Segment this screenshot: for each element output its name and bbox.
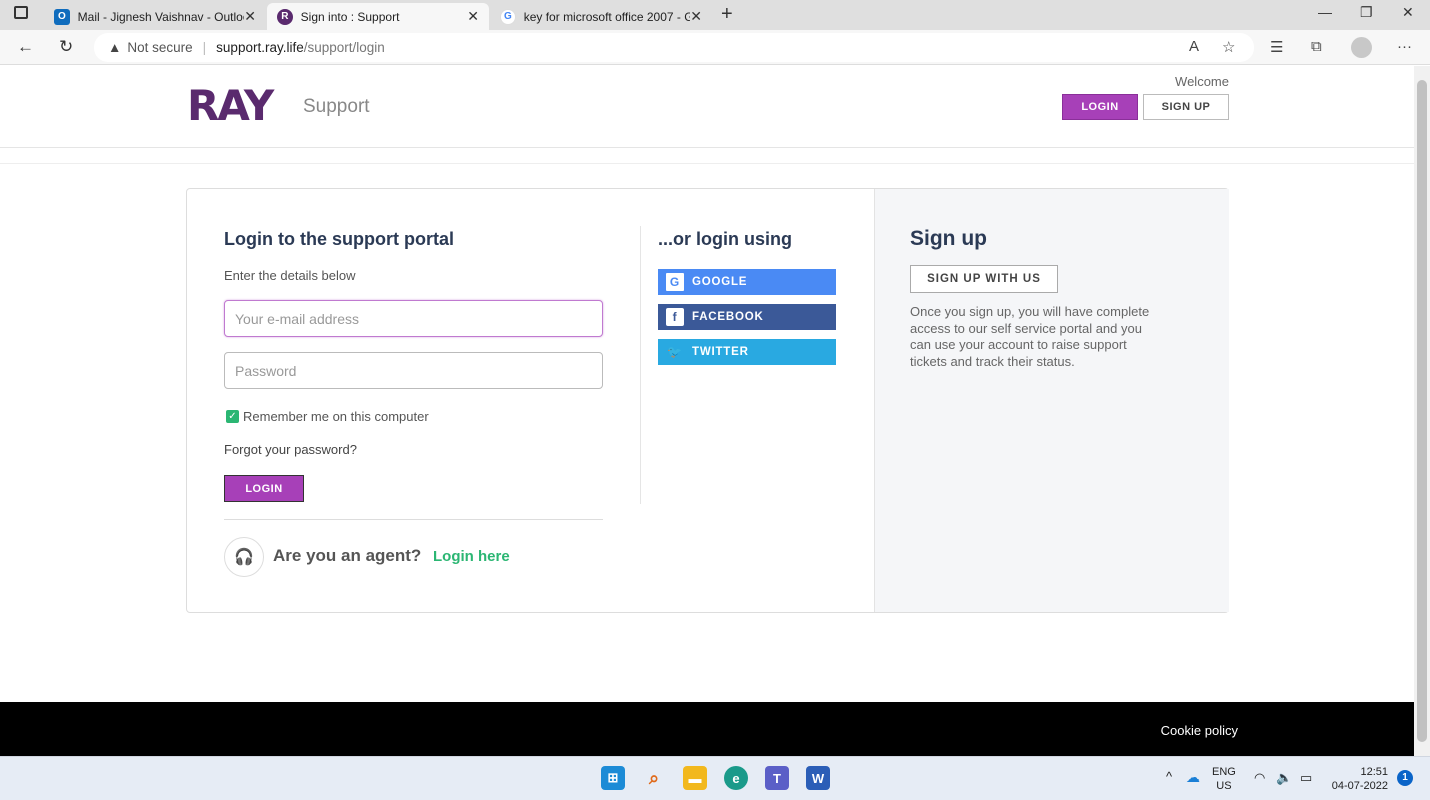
teams-icon[interactable]: T bbox=[765, 766, 789, 790]
edge-icon[interactable]: e bbox=[724, 766, 748, 790]
search-icon[interactable]: ⌕ bbox=[642, 766, 666, 790]
email-placeholder: Your e-mail address bbox=[235, 310, 359, 327]
google-login-button[interactable]: G GOOGLE bbox=[658, 269, 836, 295]
password-input[interactable]: Password bbox=[224, 352, 603, 389]
google-icon: G bbox=[500, 8, 516, 25]
address-toolbar: ← ↻ ▲ Not secure | support.ray.life /sup… bbox=[0, 30, 1430, 65]
tab-outlook[interactable]: O Mail - Jignesh Vaishnav - Outloo ✕ bbox=[44, 3, 266, 30]
login-card: Login to the support portal Enter the de… bbox=[186, 188, 1229, 613]
twitter-login-button[interactable]: 🐦 TWITTER bbox=[658, 339, 836, 365]
footer: Cookie policy bbox=[0, 702, 1414, 756]
read-aloud-icon[interactable]: A bbox=[1189, 38, 1199, 55]
agent-login-link[interactable]: Login here bbox=[433, 548, 510, 565]
divider bbox=[0, 163, 1414, 164]
email-input[interactable]: Your e-mail address bbox=[224, 300, 603, 337]
login-title: Login to the support portal bbox=[224, 229, 454, 249]
signup-panel bbox=[874, 189, 1229, 612]
support-label: Support bbox=[303, 96, 370, 117]
login-button[interactable]: LOGIN bbox=[224, 475, 304, 502]
restore-icon[interactable]: ❐ bbox=[1360, 4, 1373, 21]
add-favorite-icon[interactable]: ☆ bbox=[1222, 38, 1235, 56]
close-icon[interactable]: ✕ bbox=[467, 8, 479, 25]
forgot-password-link[interactable]: Forgot your password? bbox=[224, 442, 357, 457]
notification-badge[interactable]: 1 bbox=[1397, 770, 1413, 786]
region-code: US bbox=[1216, 780, 1232, 792]
collections-icon[interactable]: ⧉ bbox=[1311, 38, 1322, 55]
password-placeholder: Password bbox=[235, 362, 297, 379]
word-icon[interactable]: W bbox=[806, 766, 830, 790]
address-bar[interactable]: ▲ Not secure | support.ray.life /support… bbox=[94, 33, 1254, 62]
tab-title: Mail - Jignesh Vaishnav - Outloo bbox=[77, 9, 245, 24]
signup-with-us-button[interactable]: SIGN UP WITH US bbox=[910, 265, 1058, 293]
lang-code: ENG bbox=[1212, 766, 1236, 778]
windows-taskbar: ⊞ ⌕ ▬ e T W ^ ☁ ENG US ◠ 🔈 ▭ 12:51 04-07… bbox=[0, 756, 1430, 800]
battery-icon[interactable]: ▭ bbox=[1300, 770, 1312, 786]
more-icon[interactable]: ··· bbox=[1397, 38, 1412, 55]
google-label: GOOGLE bbox=[692, 276, 748, 288]
signup-description: Once you sign up, you will have complete… bbox=[910, 304, 1150, 369]
welcome-text: Welcome bbox=[1175, 74, 1229, 89]
new-tab-icon[interactable]: + bbox=[721, 3, 733, 26]
page-content: RAY Support Welcome LOGIN SIGN UP Login … bbox=[0, 66, 1414, 756]
signup-title: Sign up bbox=[910, 227, 987, 250]
file-explorer-icon[interactable]: ▬ bbox=[683, 766, 707, 790]
tab-title: Sign into : Support bbox=[300, 9, 400, 24]
warning-icon: ▲ bbox=[108, 40, 122, 55]
header-login-button[interactable]: LOGIN bbox=[1062, 94, 1138, 120]
url-separator: | bbox=[202, 40, 207, 55]
browser-tab-bar: O Mail - Jignesh Vaishnav - Outloo ✕ R S… bbox=[0, 0, 1430, 30]
back-icon[interactable]: ← bbox=[17, 37, 34, 57]
close-icon[interactable]: ✕ bbox=[244, 8, 256, 25]
time: 12:51 bbox=[1360, 766, 1388, 778]
scrollbar-thumb[interactable] bbox=[1417, 80, 1427, 742]
site-header: RAY Support Welcome LOGIN SIGN UP bbox=[0, 66, 1414, 148]
facebook-label: FACEBOOK bbox=[692, 311, 764, 323]
url-host: support.ray.life bbox=[216, 40, 304, 55]
window-close-icon[interactable]: ✕ bbox=[1402, 4, 1414, 21]
security-status: Not secure bbox=[127, 40, 193, 55]
logo-text: RAY bbox=[187, 81, 274, 130]
agent-question: Are you an agent? bbox=[273, 546, 422, 565]
clock[interactable]: 12:51 04-07-2022 bbox=[1326, 765, 1388, 793]
outlook-icon: O bbox=[54, 8, 70, 25]
tab-actions-icon[interactable] bbox=[14, 6, 28, 19]
close-icon[interactable]: ✕ bbox=[690, 8, 702, 25]
scrollbar[interactable] bbox=[1414, 66, 1430, 756]
divider bbox=[224, 519, 603, 520]
facebook-icon: f bbox=[666, 308, 684, 326]
facebook-login-button[interactable]: f FACEBOOK bbox=[658, 304, 836, 330]
remember-label[interactable]: Remember me on this computer bbox=[243, 409, 429, 424]
profile-avatar[interactable] bbox=[1351, 37, 1372, 58]
tray-overflow-icon[interactable]: ^ bbox=[1166, 769, 1172, 784]
column-divider bbox=[640, 226, 641, 504]
twitter-icon: 🐦 bbox=[667, 345, 683, 359]
tab-google-search[interactable]: G key for microsoft office 2007 - G ✕ bbox=[490, 3, 712, 30]
cookie-policy-link[interactable]: Cookie policy bbox=[1100, 723, 1238, 738]
start-icon[interactable]: ⊞ bbox=[601, 766, 625, 790]
favorites-icon[interactable]: ☰ bbox=[1270, 38, 1283, 56]
headset-icon: 🎧 bbox=[224, 537, 264, 577]
date: 04-07-2022 bbox=[1331, 780, 1388, 792]
volume-icon[interactable]: 🔈 bbox=[1276, 770, 1292, 786]
language-indicator[interactable]: ENG US bbox=[1212, 765, 1236, 793]
google-icon: G bbox=[666, 273, 684, 291]
onedrive-icon[interactable]: ☁ bbox=[1186, 769, 1200, 786]
social-title: ...or login using bbox=[658, 229, 792, 249]
wifi-icon[interactable]: ◠ bbox=[1254, 770, 1265, 786]
refresh-icon[interactable]: ↻ bbox=[59, 37, 73, 57]
url-path: /support/login bbox=[303, 40, 385, 55]
ray-logo[interactable]: RAY bbox=[187, 81, 274, 130]
login-subtitle: Enter the details below bbox=[224, 268, 356, 283]
tab-title: key for microsoft office 2007 - G bbox=[523, 9, 691, 24]
header-signup-button[interactable]: SIGN UP bbox=[1143, 94, 1229, 120]
remember-checkbox[interactable]: ✓ bbox=[226, 410, 239, 423]
minimize-icon[interactable]: — bbox=[1318, 4, 1332, 20]
twitter-label: TWITTER bbox=[692, 346, 749, 358]
tab-sign-in[interactable]: R Sign into : Support ✕ bbox=[267, 3, 489, 30]
ray-favicon-icon: R bbox=[277, 8, 293, 25]
